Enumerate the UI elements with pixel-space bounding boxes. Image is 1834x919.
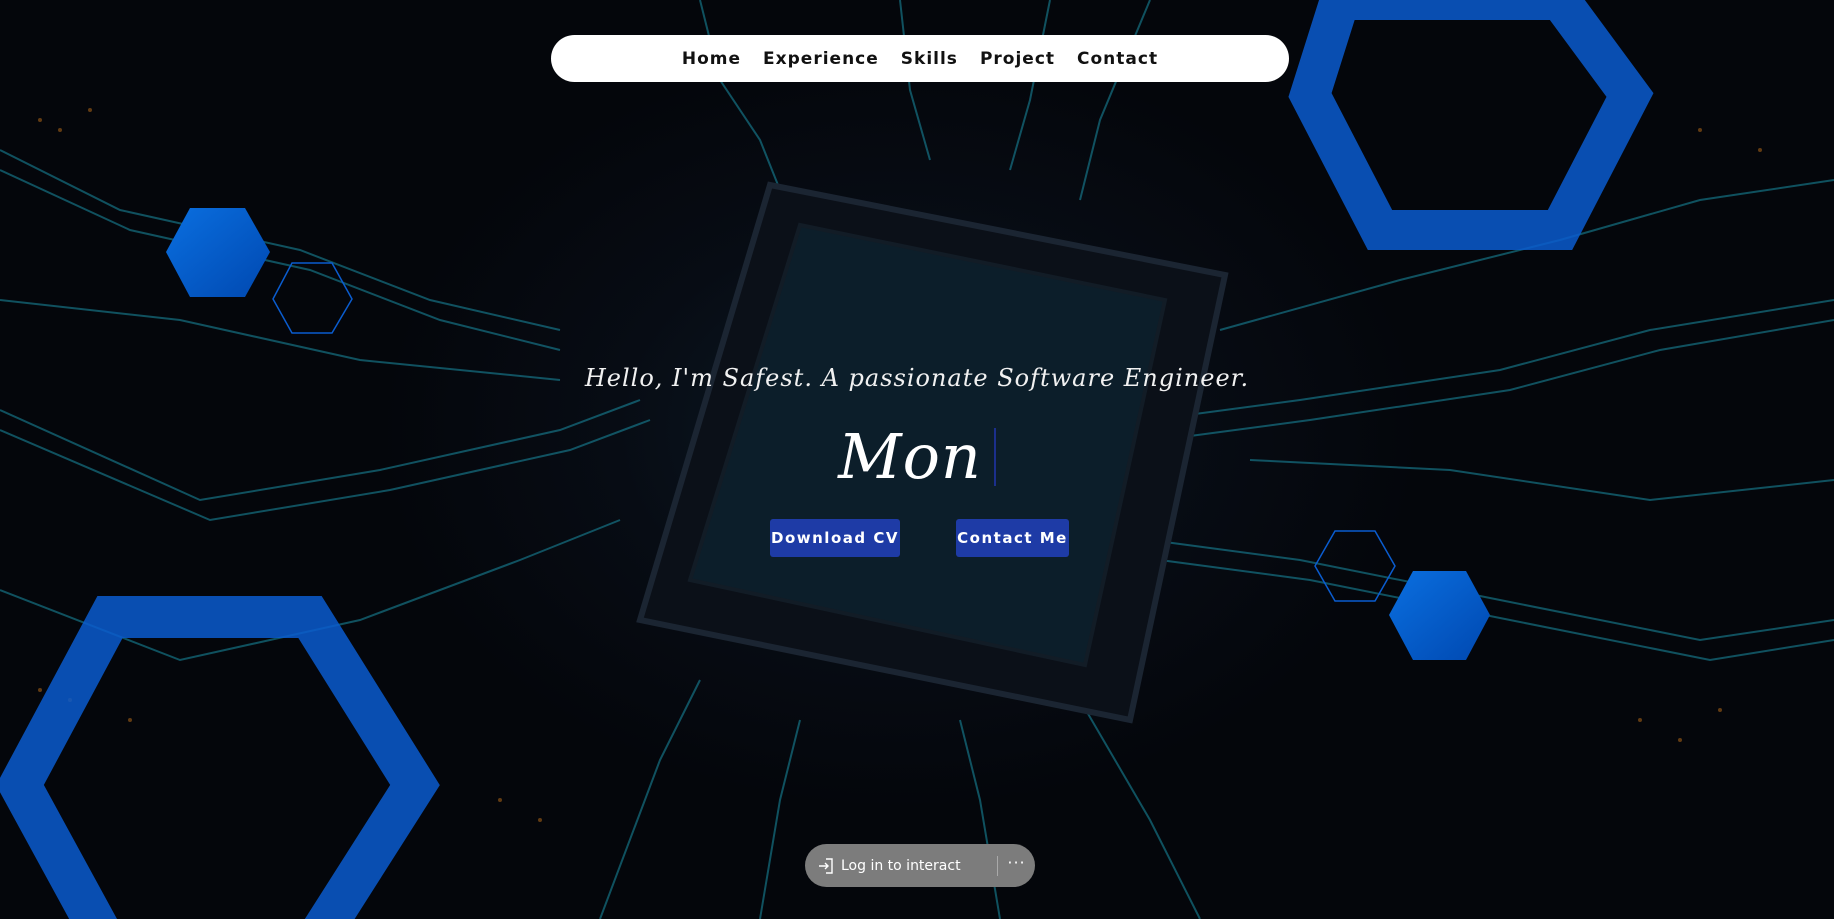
login-label: Log in to interact xyxy=(841,857,961,874)
nav-link-contact[interactable]: Contact xyxy=(1077,49,1158,69)
download-cv-button[interactable]: Download CV xyxy=(770,519,900,557)
hexagon-solid-left xyxy=(166,208,270,297)
nav-link-project[interactable]: Project xyxy=(980,49,1055,69)
login-icon xyxy=(819,857,833,874)
nav-link-experience[interactable]: Experience xyxy=(763,49,879,69)
login-bar: Log in to interact ··· xyxy=(805,844,1035,887)
typing-caret xyxy=(993,428,996,486)
login-button[interactable]: Log in to interact xyxy=(805,857,997,875)
more-dots-icon[interactable]: ··· xyxy=(998,853,1035,878)
top-nav: Home Experience Skills Project Contact xyxy=(551,35,1289,82)
nav-link-skills[interactable]: Skills xyxy=(901,49,958,69)
hexagon-solid-right xyxy=(1389,571,1490,660)
hexagon-outline-bottom-left xyxy=(0,596,440,919)
nav-link-home[interactable]: Home xyxy=(682,49,741,69)
hero-typed-container: Mon xyxy=(0,420,1834,493)
hero-section: Home Experience Skills Project Contact H… xyxy=(0,0,1834,919)
hexagon-outline-left xyxy=(272,262,353,334)
contact-me-button[interactable]: Contact Me xyxy=(956,519,1069,557)
hexagon-outline-top-right xyxy=(1288,0,1654,250)
hero-tagline: Hello, I'm Safest. A passionate Software… xyxy=(584,364,1250,392)
hero-typed-text: Mon xyxy=(838,420,982,493)
